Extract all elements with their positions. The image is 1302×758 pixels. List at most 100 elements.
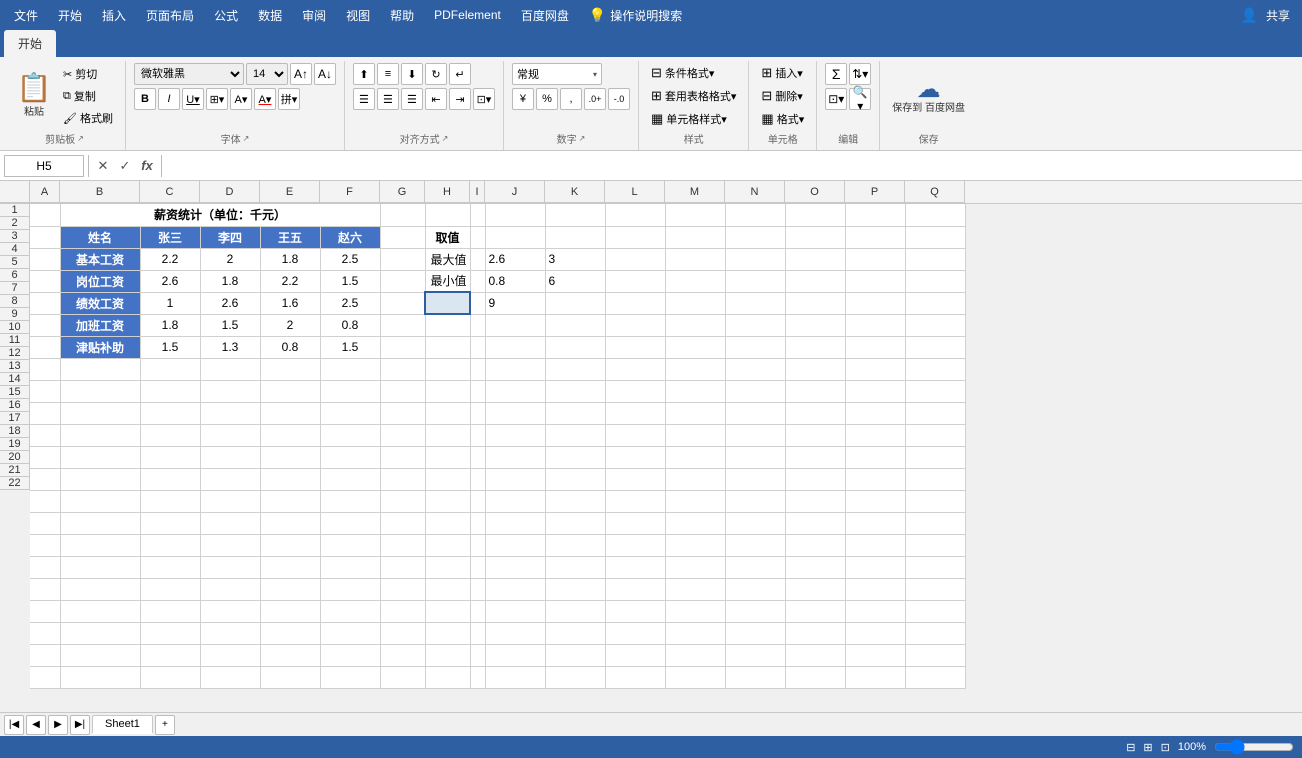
menu-file[interactable]: 文件 [4,3,48,28]
row-num-1[interactable]: 1 [0,204,30,217]
cell-q2[interactable] [905,226,965,248]
delete-cells-button[interactable]: ⊟ 删除▾ [757,86,806,106]
clipboard-expand-icon[interactable]: ↗ [77,134,84,143]
cell-c7[interactable]: 1.5 [140,336,200,358]
cell-d6[interactable]: 1.5 [200,314,260,336]
cell-j4[interactable]: 0.8 [485,270,545,292]
copy-button[interactable]: ⧉复制 [59,86,117,106]
row-num-4[interactable]: 4 [0,243,30,256]
cell-e2[interactable]: 王五 [260,226,320,248]
sheet-tab-1[interactable]: Sheet1 [92,715,153,734]
cell-d4[interactable]: 1.8 [200,270,260,292]
row-num-16[interactable]: 16 [0,399,30,412]
sort-button[interactable]: ⇅▾ [849,63,871,85]
row-num-15[interactable]: 15 [0,386,30,399]
font-expand-icon[interactable]: ↗ [243,134,250,143]
cell-e6[interactable]: 2 [260,314,320,336]
cell-a3[interactable] [30,248,60,270]
cell-h4[interactable]: 最小值 [425,270,470,292]
align-left-button[interactable]: ☰ [353,88,375,110]
decimal-decrease-button[interactable]: -.0 [608,88,630,110]
row-num-8[interactable]: 8 [0,295,30,308]
row-num-10[interactable]: 10 [0,321,30,334]
cell-f6[interactable]: 0.8 [320,314,380,336]
formula-input[interactable] [166,155,1298,177]
cell-l4[interactable] [605,270,665,292]
wrap-text-button[interactable]: ↵ [449,63,471,85]
cell-h5[interactable] [425,292,470,314]
col-header-n[interactable]: N [725,181,785,203]
sum-button[interactable]: Σ [825,63,847,85]
cell-b1[interactable]: 薪资统计（单位：千元） [60,204,380,226]
col-header-p[interactable]: P [845,181,905,203]
row-num-18[interactable]: 18 [0,425,30,438]
cell-p7[interactable] [845,336,905,358]
cell-m7[interactable] [665,336,725,358]
table-format-button[interactable]: ⊞ 套用表格格式▾ [647,86,740,106]
cell-f3[interactable]: 2.5 [320,248,380,270]
menu-home[interactable]: 开始 [48,3,92,28]
col-header-m[interactable]: M [665,181,725,203]
cell-p6[interactable] [845,314,905,336]
cell-m5[interactable] [665,292,725,314]
format-extra-button[interactable]: 拼▾ [278,88,300,110]
cell-b7[interactable]: 津贴补助 [60,336,140,358]
menu-pagelayout[interactable]: 页面布局 [136,3,204,28]
increase-indent-button[interactable]: ⇥ [449,88,471,110]
align-bottom-button[interactable]: ⬇ [401,63,423,85]
cell-c5[interactable]: 1 [140,292,200,314]
cell-m2[interactable] [665,226,725,248]
cell-h2[interactable]: 取值 [425,226,470,248]
cell-m4[interactable] [665,270,725,292]
col-header-l[interactable]: L [605,181,665,203]
share-button[interactable]: 共享 [1266,7,1290,24]
col-header-o[interactable]: O [785,181,845,203]
cell-m3[interactable] [665,248,725,270]
italic-button[interactable]: I [158,88,180,110]
cell-l3[interactable] [605,248,665,270]
font-name-select[interactable]: 微软雅黑 [134,63,244,85]
tab-home[interactable]: 开始 [4,30,56,57]
row-num-22[interactable]: 22 [0,477,30,490]
cell-e5[interactable]: 1.6 [260,292,320,314]
cell-o5[interactable] [785,292,845,314]
menu-data[interactable]: 数据 [248,3,292,28]
row-num-5[interactable]: 5 [0,256,30,269]
zoom-slider[interactable] [1214,739,1294,755]
cell-k2[interactable] [545,226,605,248]
cell-m6[interactable] [665,314,725,336]
cell-o6[interactable] [785,314,845,336]
col-header-k[interactable]: K [545,181,605,203]
cell-f7[interactable]: 1.5 [320,336,380,358]
cell-d5[interactable]: 2.6 [200,292,260,314]
row-num-6[interactable]: 6 [0,269,30,282]
align-top-button[interactable]: ⬆ [353,63,375,85]
cell-q6[interactable] [905,314,965,336]
merge-center-button[interactable]: ⊡▾ [473,88,495,110]
cell-n6[interactable] [725,314,785,336]
cell-o2[interactable] [785,226,845,248]
cell-e4[interactable]: 2.2 [260,270,320,292]
row-num-2[interactable]: 2 [0,217,30,230]
cell-k6[interactable] [545,314,605,336]
font-color-button[interactable]: A▾ [254,88,276,110]
cell-i7[interactable] [470,336,485,358]
cell-q5[interactable] [905,292,965,314]
cell-i2[interactable] [470,226,485,248]
col-header-h[interactable]: H [425,181,470,203]
cell-q4[interactable] [905,270,965,292]
number-expand-icon[interactable]: ↗ [579,134,586,143]
cell-p5[interactable] [845,292,905,314]
cell-b6[interactable]: 加班工资 [60,314,140,336]
menu-search[interactable]: 💡 操作说明搜索 [579,3,692,28]
cell-p4[interactable] [845,270,905,292]
col-header-g[interactable]: G [380,181,425,203]
col-header-d[interactable]: D [200,181,260,203]
cell-p2[interactable] [845,226,905,248]
cell-h1[interactable] [425,204,470,226]
menu-help[interactable]: 帮助 [380,3,424,28]
cell-l7[interactable] [605,336,665,358]
cell-a1[interactable] [30,204,60,226]
paste-button[interactable]: 📋 粘贴 [12,72,56,120]
menu-formula[interactable]: 公式 [204,3,248,28]
